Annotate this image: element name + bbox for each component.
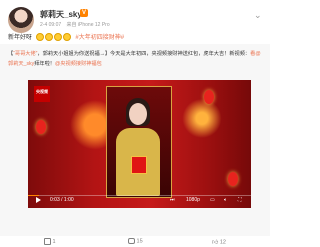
video-time: 0:03 / 1:00 bbox=[50, 197, 74, 203]
like-button[interactable]: 👍︎ 12 bbox=[212, 238, 226, 246]
like-count: 12 bbox=[219, 239, 226, 246]
emoji-icon bbox=[53, 33, 62, 42]
weibo-post: 郭莉天_sky V 2-4 09:07 来自 iPhone 12 Pro ⌄ 新… bbox=[0, 0, 270, 247]
share-icon bbox=[44, 238, 51, 245]
comment-icon bbox=[128, 238, 135, 244]
comment-button[interactable]: 15 bbox=[128, 238, 143, 244]
lantern-icon bbox=[228, 172, 238, 186]
post-meta: 2-4 09:07 来自 iPhone 12 Pro bbox=[40, 21, 114, 28]
video-person bbox=[112, 98, 164, 196]
fullscreen-icon[interactable]: ⛶ bbox=[238, 197, 242, 203]
red-envelope bbox=[131, 156, 147, 174]
comment-count: 15 bbox=[136, 238, 143, 245]
username[interactable]: 郭莉天_sky bbox=[40, 9, 82, 20]
repost-mention-2[interactable]: @央视频接财神福包 bbox=[55, 61, 102, 67]
repost-text: 【“哥哥大佬”，郭莉天小姐姐为你送祝福→】今天是大年初四，央视频接财神送红包，虎… bbox=[8, 49, 262, 69]
repost-body: ，郭莉天小姐姐为你送祝福→】今天是大年初四，央视频接财神送红包，虎年大吉！新视频… bbox=[37, 51, 251, 57]
thumbs-up-icon: 👍︎ bbox=[212, 240, 219, 246]
lantern-icon bbox=[204, 90, 214, 104]
post-text: 新年好呀 #大年初四接财神# bbox=[8, 32, 124, 42]
video-player[interactable]: 央视频 bbox=[28, 80, 251, 208]
emoji-icon bbox=[44, 33, 53, 42]
video-progress-bar[interactable] bbox=[28, 195, 251, 196]
video-duration: 1:00 bbox=[63, 197, 74, 203]
share-button[interactable]: 1 bbox=[44, 238, 56, 245]
mini-window-icon[interactable]: ▭ bbox=[210, 197, 215, 203]
hashtag-link[interactable]: #大年初四接财神# bbox=[75, 35, 124, 41]
post-text-prefix: 新年好呀 bbox=[8, 35, 33, 41]
repost-emphasis: “哥哥大佬” bbox=[13, 51, 38, 57]
post-source: 来自 iPhone 12 Pro bbox=[66, 22, 110, 28]
tv-logo: 央视频 bbox=[34, 86, 50, 102]
person-face bbox=[129, 103, 147, 125]
emoji-icon bbox=[62, 33, 71, 42]
fast-forward-icon[interactable]: ⏭ bbox=[170, 197, 175, 203]
post-footer: 1 15 👍︎ 12 bbox=[0, 236, 270, 247]
video-current-time: 0:03 bbox=[50, 197, 60, 203]
emoji-icon bbox=[35, 33, 44, 42]
video-quality[interactable]: 1080p bbox=[186, 197, 200, 203]
avatar[interactable] bbox=[8, 7, 34, 33]
chevron-down-icon[interactable]: ⌄ bbox=[254, 10, 262, 21]
lantern-icon bbox=[36, 120, 46, 134]
repost-tail: 拜年啦！ bbox=[34, 61, 55, 67]
post-time: 2-4 09:07 bbox=[40, 22, 62, 28]
video-progress-fill bbox=[28, 195, 40, 196]
share-count: 1 bbox=[52, 238, 56, 245]
play-icon[interactable] bbox=[36, 197, 41, 203]
vip-badge-icon: V bbox=[80, 9, 88, 17]
volume-icon[interactable]: 🔈︎ bbox=[224, 197, 227, 203]
emoji-row bbox=[35, 33, 72, 42]
